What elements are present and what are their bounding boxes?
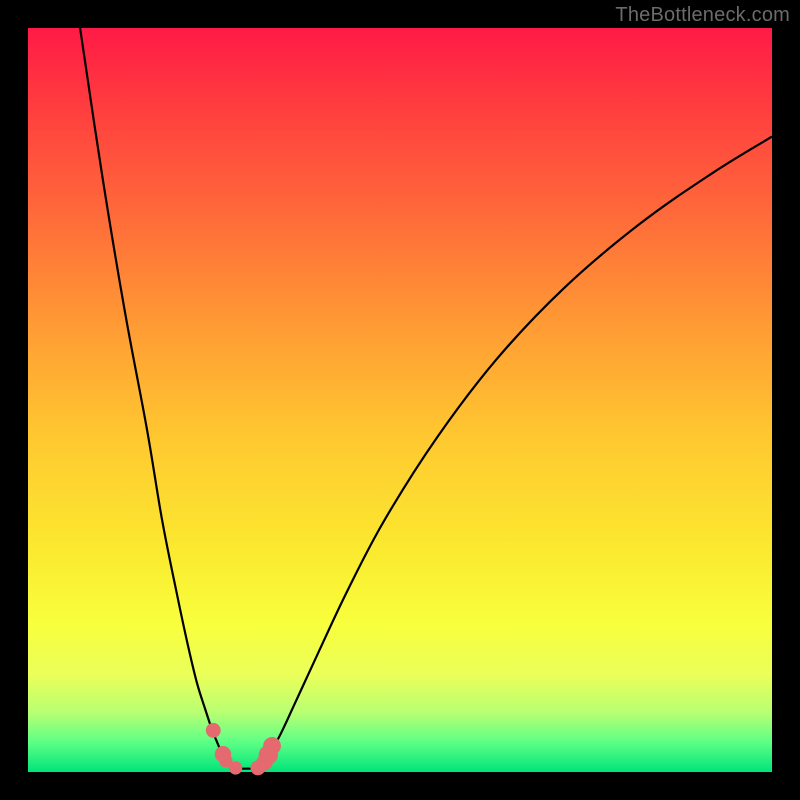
marker-dot	[229, 761, 242, 774]
curve-right-branch	[262, 137, 772, 766]
marker-dot	[206, 723, 221, 738]
marker-dots-group	[206, 723, 281, 775]
bottleneck-curve-plot	[28, 28, 772, 772]
curve-left-branch	[80, 28, 229, 765]
marker-dot	[263, 737, 281, 755]
chart-area	[28, 28, 772, 772]
watermark-text: TheBottleneck.com	[615, 4, 790, 27]
